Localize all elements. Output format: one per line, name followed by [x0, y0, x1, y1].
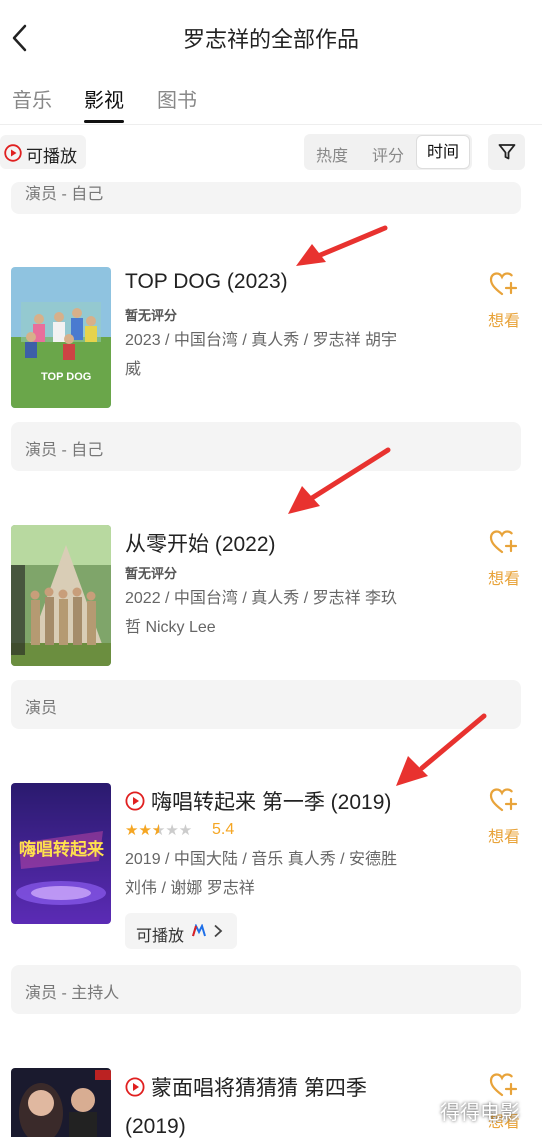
playable-filter-button[interactable]: 可播放 — [0, 135, 86, 169]
sort-rating[interactable]: 评分 — [372, 142, 404, 166]
heart-plus-icon — [489, 1073, 518, 1097]
work-title[interactable]: 蒙面唱将猜猜猜 第四季 (2019) — [125, 1071, 367, 1145]
want-to-watch-label: 想看 — [487, 313, 520, 330]
chevron-right-icon — [214, 924, 223, 938]
heart-plus-icon — [489, 530, 518, 554]
tab-music[interactable]: 音乐 — [12, 84, 52, 113]
sort-group: 热度 评分 时间 — [304, 134, 472, 170]
want-to-watch-button[interactable]: 想看 — [484, 270, 524, 331]
rating-text: 暂无评分 — [125, 308, 178, 323]
role-text: 演员 - 主持人 — [25, 985, 120, 1002]
work-meta-line: 威 — [125, 361, 142, 378]
poster-text: 嗨唱转起来 — [19, 839, 105, 860]
role-bar: 演员 - 自己 — [11, 182, 521, 214]
want-to-watch-button[interactable]: 想看 — [484, 528, 524, 589]
rating-text: 暂无评分 — [125, 566, 178, 581]
poster-image[interactable]: 嗨唱转起来 — [11, 783, 111, 924]
annotation-arrow — [288, 447, 391, 514]
work-meta-line: 哲 Nicky Lee — [125, 619, 216, 636]
work-title-text: (2019) — [125, 1115, 186, 1138]
page-title: 罗志祥的全部作品 — [182, 27, 359, 52]
work-title-text: 嗨唱转起来 第一季 (2019) — [151, 791, 392, 814]
heart-plus-icon — [489, 788, 518, 812]
playable-sources-label: 可播放 — [136, 928, 185, 945]
want-to-watch-button[interactable]: 想看 — [484, 786, 524, 847]
annotation-arrow — [296, 225, 388, 266]
role-bar: 演员 - 主持人 — [11, 965, 521, 1014]
role-bar: 演员 - 自己 — [11, 422, 521, 471]
annotation-arrow — [396, 713, 487, 786]
want-to-watch-label: 想看 — [487, 829, 520, 846]
work-title[interactable]: 从零开始 (2022) — [125, 528, 276, 558]
play-icon — [125, 1073, 145, 1109]
playable-sources-button[interactable]: 可播放 — [125, 913, 237, 949]
poster-text: TOP DOG — [41, 371, 91, 383]
sort-popularity[interactable]: 热度 — [316, 142, 348, 166]
want-to-watch-label: 想看 — [487, 571, 520, 588]
role-text: 演员 - 自己 — [25, 186, 104, 203]
play-icon — [125, 791, 145, 817]
poster-image[interactable] — [11, 525, 111, 666]
header: 罗志祥的全部作品 — [0, 0, 542, 76]
tab-bar: 音乐 影视 图书 — [0, 82, 542, 125]
work-meta: 2022 / 中国台湾 / 真人秀 / 罗志祥 李玖 哲 Nicky Lee — [125, 584, 435, 642]
work-meta-line: 刘伟 / 谢娜 罗志祥 — [125, 880, 255, 897]
poster-image[interactable]: TOP DOG — [11, 267, 111, 408]
work-title-text: 蒙面唱将猜猜猜 第四季 — [151, 1077, 367, 1100]
role-text: 演员 - 自己 — [25, 442, 104, 459]
tab-books[interactable]: 图书 — [157, 84, 197, 113]
work-meta-line: 2023 / 中国台湾 / 真人秀 / 罗志祥 胡宇 — [125, 332, 398, 349]
play-icon — [4, 144, 22, 167]
filter-button[interactable] — [488, 134, 525, 170]
role-text: 演员 — [25, 700, 58, 717]
platform-logo-icon — [192, 924, 206, 937]
work-title[interactable]: TOP DOG (2023) — [125, 270, 288, 294]
sort-time[interactable]: 时间 — [416, 135, 471, 169]
work-meta: 2023 / 中国台湾 / 真人秀 / 罗志祥 胡宇 威 — [125, 326, 435, 384]
star-rating: ★★★★★★ — [125, 822, 193, 839]
watermark: 得得电影 — [440, 1102, 520, 1124]
work-meta-line: 2022 / 中国台湾 / 真人秀 / 罗志祥 李玖 — [125, 590, 398, 607]
poster-image[interactable] — [11, 1068, 111, 1137]
filter-icon — [498, 144, 516, 160]
heart-plus-icon — [489, 272, 518, 296]
work-meta: 2019 / 中国大陆 / 音乐 真人秀 / 安德胜 刘伟 / 谢娜 罗志祥 — [125, 845, 435, 903]
filter-bar: 可播放 热度 评分 时间 — [0, 132, 542, 174]
work-meta-line: 2019 / 中国大陆 / 音乐 真人秀 / 安德胜 — [125, 851, 398, 868]
rating-score: 5.4 — [212, 821, 235, 838]
playable-filter-label: 可播放 — [26, 147, 77, 166]
active-tab-indicator — [84, 120, 124, 123]
tab-film-tv[interactable]: 影视 — [84, 84, 124, 113]
work-title[interactable]: 嗨唱转起来 第一季 (2019) — [125, 786, 391, 817]
